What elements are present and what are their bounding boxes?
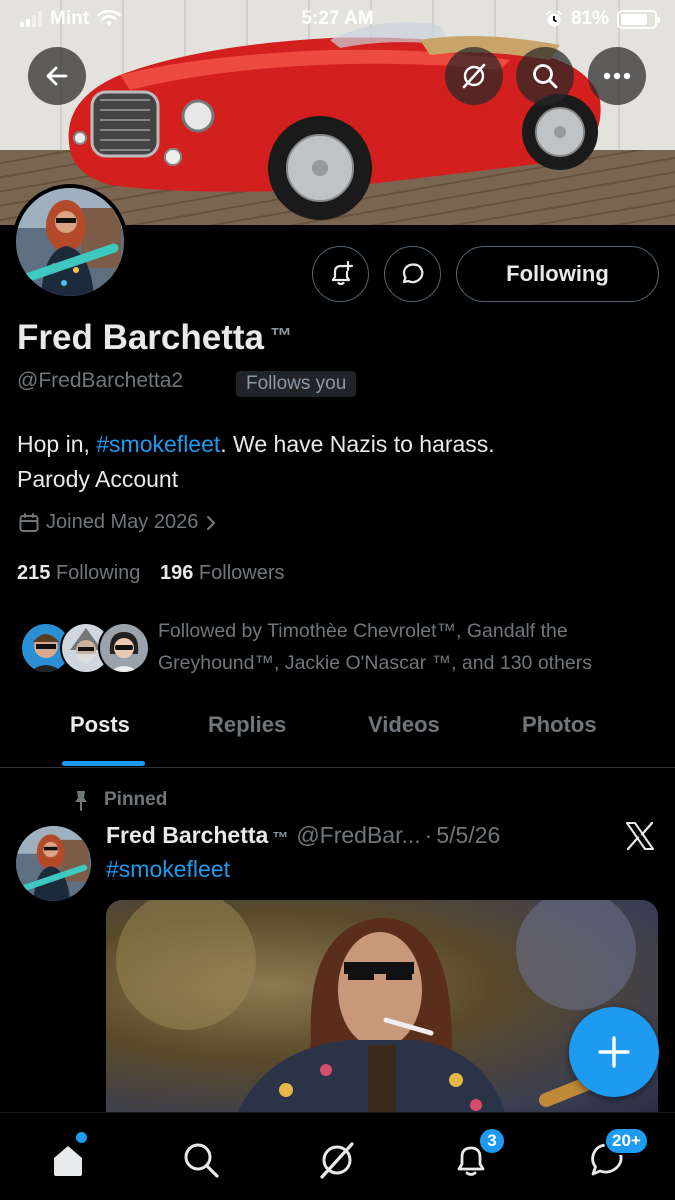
alarm-icon [545, 10, 562, 27]
back-button[interactable] [28, 47, 86, 105]
post-hashtag-link[interactable]: #smokefleet [106, 856, 230, 883]
arrow-left-icon [46, 66, 68, 86]
profile-tabs: Posts Replies Videos Photos [0, 700, 675, 768]
status-right: 81% [545, 8, 660, 30]
nav-notifications[interactable]: 3 [446, 1127, 506, 1185]
compose-post-button[interactable] [569, 1007, 659, 1097]
post-photo [116, 900, 653, 1115]
x-logo-icon[interactable] [624, 820, 656, 852]
battery-icon [617, 9, 660, 29]
follows-you-badge: Follows you [236, 371, 357, 397]
followed-by-text[interactable]: Followed by Timothèe Chevrolet™, Gandalf… [158, 615, 658, 679]
joined-text: Joined May 2026 [46, 511, 199, 533]
post-date: 5/5/26 [436, 822, 501, 848]
bio-text-end: . We have Nazis to harass. [220, 431, 495, 457]
message-button[interactable] [384, 246, 441, 302]
post-avatar-image [16, 826, 91, 901]
tab-replies[interactable]: Replies [208, 712, 286, 738]
post-separator: · [424, 822, 433, 848]
post-header[interactable]: Fred Barchetta ™ @FredBar... · 5/5/26 [106, 822, 500, 849]
joined-date[interactable]: Joined May 2026 [18, 511, 218, 534]
profile-handle: @FredBarchetta2 [17, 369, 184, 392]
home-unread-dot [76, 1132, 87, 1143]
calendar-icon [19, 512, 39, 532]
grok-button[interactable] [445, 47, 503, 105]
profile-bio: Hop in, #smokefleet. We have Nazis to ha… [17, 427, 495, 497]
bio-hashtag-link[interactable]: #smokefleet [96, 431, 220, 457]
chat-bubble-icon [402, 263, 423, 284]
more-horizontal-icon [603, 72, 631, 80]
bottom-navigation: 3 20+ [0, 1112, 675, 1200]
more-button[interactable] [588, 47, 646, 105]
post-media-image[interactable] [106, 900, 658, 1115]
following-count-link[interactable]: 215 Following [17, 562, 140, 584]
grok-icon [320, 1142, 354, 1179]
plus-icon [598, 1036, 630, 1068]
display-name: Fred Barchetta [17, 318, 265, 357]
nav-messages[interactable]: 20+ [582, 1127, 649, 1185]
nav-search[interactable] [176, 1135, 226, 1185]
home-icon [54, 1146, 82, 1176]
notifications-badge: 3 [478, 1127, 506, 1155]
chevron-right-icon [207, 515, 216, 530]
pinned-text: Pinned [104, 789, 168, 810]
follower-avatar-3 [98, 622, 150, 674]
name-suffix: ™ [270, 323, 293, 348]
battery-percent: 81% [570, 8, 609, 29]
grok-icon [462, 63, 486, 89]
tab-photos[interactable]: Photos [522, 712, 597, 738]
post-handle: @FredBar... [296, 822, 421, 848]
followed-by-avatars[interactable] [20, 622, 150, 674]
notify-button[interactable] [312, 246, 369, 302]
nav-home[interactable] [43, 1132, 93, 1185]
follow-counts: 215 Following 196 Followers [17, 562, 285, 585]
following-button[interactable]: Following [456, 246, 659, 302]
bio-line-2: Parody Account [17, 466, 179, 492]
followers-count-link[interactable]: 196 Followers [160, 562, 285, 584]
nav-grok[interactable] [312, 1135, 362, 1185]
pin-icon [75, 791, 87, 811]
search-icon [184, 1143, 219, 1178]
active-tab-indicator [62, 761, 145, 766]
post-author-avatar[interactable] [16, 826, 91, 901]
search-button[interactable] [516, 47, 574, 105]
messages-badge: 20+ [604, 1127, 649, 1155]
post-author-suffix: ™ [272, 830, 289, 847]
profile-name: Fred Barchetta ™ [17, 318, 292, 358]
bell-plus-icon [331, 261, 353, 286]
post-author-name: Fred Barchetta [106, 822, 269, 848]
tab-videos[interactable]: Videos [368, 712, 440, 738]
pinned-label: Pinned [72, 789, 167, 811]
bio-line-1: Hop in, #smokefleet. We have Nazis to ha… [17, 427, 495, 462]
search-icon [533, 64, 558, 89]
tab-posts[interactable]: Posts [70, 712, 130, 738]
bio-text: Hop in, [17, 431, 97, 457]
profile-avatar[interactable] [12, 184, 128, 300]
status-bar: Mint 5:27 AM 81% [0, 0, 675, 40]
avatar-image [16, 188, 124, 296]
